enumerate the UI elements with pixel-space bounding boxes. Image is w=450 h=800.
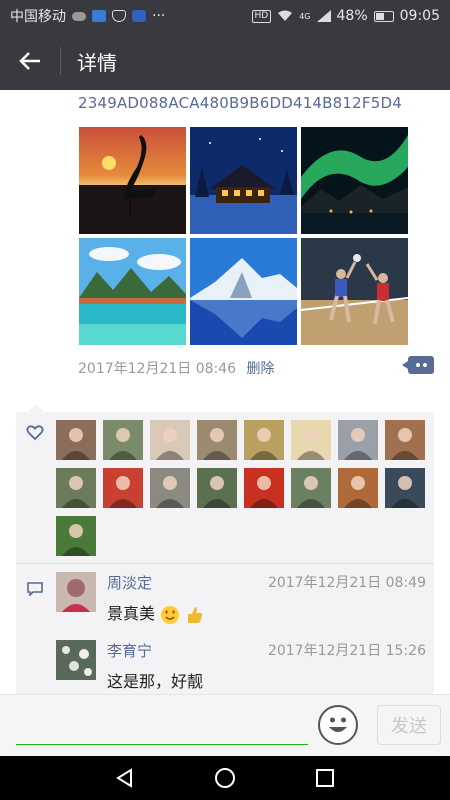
more-notifications-icon: ··· bbox=[152, 8, 166, 24]
liker-avatar[interactable] bbox=[103, 468, 143, 508]
delete-link[interactable]: 删除 bbox=[247, 361, 275, 377]
liker-avatar[interactable] bbox=[56, 516, 96, 556]
dot-icon bbox=[415, 363, 420, 367]
liker-avatar[interactable] bbox=[385, 420, 425, 460]
app-notification-icon bbox=[92, 10, 106, 22]
likes-comments-panel: 周淡定 2017年12月21日 08:49 景真美 李育宁 2017年12月21… bbox=[16, 404, 434, 694]
liker-avatar[interactable] bbox=[150, 420, 190, 460]
battery-icon bbox=[373, 10, 394, 22]
avatar[interactable] bbox=[56, 640, 96, 680]
post-detail[interactable]: 2349AD088ACA480B9B6DD414B812F5D4 2017年12… bbox=[0, 90, 450, 694]
comment-time: 2017年12月21日 15:26 bbox=[267, 643, 426, 659]
title-bar: 详情 bbox=[0, 32, 450, 90]
liker-avatar[interactable] bbox=[338, 468, 378, 508]
network-type: 4G bbox=[299, 11, 311, 21]
system-nav-bar bbox=[0, 756, 450, 800]
star-eyes-emoji-icon bbox=[161, 605, 180, 624]
liker-avatar[interactable] bbox=[56, 468, 96, 508]
photo-snowy-cabin[interactable] bbox=[190, 127, 297, 234]
wifi-icon bbox=[278, 10, 293, 21]
commenter-name[interactable]: 周淡定 bbox=[107, 572, 152, 593]
nav-back-button[interactable] bbox=[103, 756, 147, 800]
likes-section bbox=[16, 412, 434, 562]
post-timestamp: 2017年12月21日 08:46 bbox=[78, 361, 237, 377]
comment-input-bar: 发送 bbox=[0, 694, 450, 756]
back-button[interactable] bbox=[0, 32, 60, 90]
comment-time: 2017年12月21日 08:49 bbox=[267, 575, 426, 591]
clock: 09:05 bbox=[399, 8, 440, 24]
comment-text: 景真美 bbox=[107, 600, 205, 625]
liker-avatar[interactable] bbox=[291, 420, 331, 460]
liker-avatar[interactable] bbox=[291, 468, 331, 508]
avatar[interactable] bbox=[56, 572, 96, 612]
photo-tropical-lagoon[interactable] bbox=[79, 238, 186, 345]
page-title: 详情 bbox=[77, 50, 117, 75]
post-meta: 2017年12月21日 08:46 删除 bbox=[78, 358, 275, 378]
arrow-left-icon bbox=[19, 52, 40, 70]
nav-recents-button[interactable] bbox=[303, 756, 347, 800]
photo-snow-mountain[interactable] bbox=[190, 238, 297, 345]
liker-avatar[interactable] bbox=[244, 468, 284, 508]
liker-avatar[interactable] bbox=[103, 420, 143, 460]
liker-avatar[interactable] bbox=[56, 420, 96, 460]
carrier-label: 中国移动 bbox=[10, 9, 66, 25]
comment-text: 这是那，好靓 bbox=[107, 672, 204, 691]
circle-home-icon bbox=[215, 768, 235, 788]
liker-avatar[interactable] bbox=[385, 468, 425, 508]
photo-crane-sunset[interactable] bbox=[79, 127, 186, 234]
cloud-icon bbox=[72, 11, 86, 21]
hd-badge: HD bbox=[251, 9, 272, 23]
liker-avatar[interactable] bbox=[197, 420, 237, 460]
battery-percent: 48% bbox=[336, 8, 368, 24]
signal-icon bbox=[316, 10, 331, 22]
comment-input[interactable] bbox=[16, 705, 308, 745]
emoji-button[interactable] bbox=[318, 705, 358, 745]
dot-icon bbox=[422, 363, 427, 367]
smiley-icon bbox=[329, 717, 347, 732]
title-divider bbox=[60, 47, 61, 75]
comment-menu-button[interactable] bbox=[402, 356, 434, 374]
liker-avatar[interactable] bbox=[338, 420, 378, 460]
triangle-back-icon bbox=[116, 768, 132, 788]
thumbs-up-emoji-icon bbox=[188, 606, 203, 623]
baidu-icon bbox=[132, 10, 146, 22]
liker-avatar[interactable] bbox=[197, 468, 237, 508]
square-recents-icon bbox=[316, 769, 334, 787]
commenter-name[interactable]: 李育宁 bbox=[107, 640, 152, 661]
comment-item[interactable]: 周淡定 2017年12月21日 08:49 景真美 bbox=[56, 572, 426, 634]
photo-aurora[interactable] bbox=[301, 127, 408, 234]
comment-text-content: 景真美 bbox=[107, 604, 156, 623]
photo-volleyball[interactable] bbox=[301, 238, 408, 345]
comment-item[interactable]: 李育宁 2017年12月21日 15:26 这是那，好靓 bbox=[56, 640, 426, 694]
comment-icon bbox=[27, 582, 43, 596]
photo-grid bbox=[79, 127, 409, 345]
post-text: 2349AD088ACA480B9B6DD414B812F5D4 bbox=[78, 94, 402, 112]
nav-home-button[interactable] bbox=[203, 756, 247, 800]
section-divider bbox=[16, 563, 434, 564]
liker-avatars bbox=[56, 420, 432, 556]
heart-icon bbox=[26, 425, 44, 441]
shield-icon bbox=[112, 10, 126, 22]
status-bar: 中国移动 ··· HD 4G 48% 09:05 bbox=[0, 0, 450, 32]
send-button[interactable]: 发送 bbox=[377, 705, 441, 745]
liker-avatar[interactable] bbox=[244, 420, 284, 460]
liker-avatar[interactable] bbox=[150, 468, 190, 508]
